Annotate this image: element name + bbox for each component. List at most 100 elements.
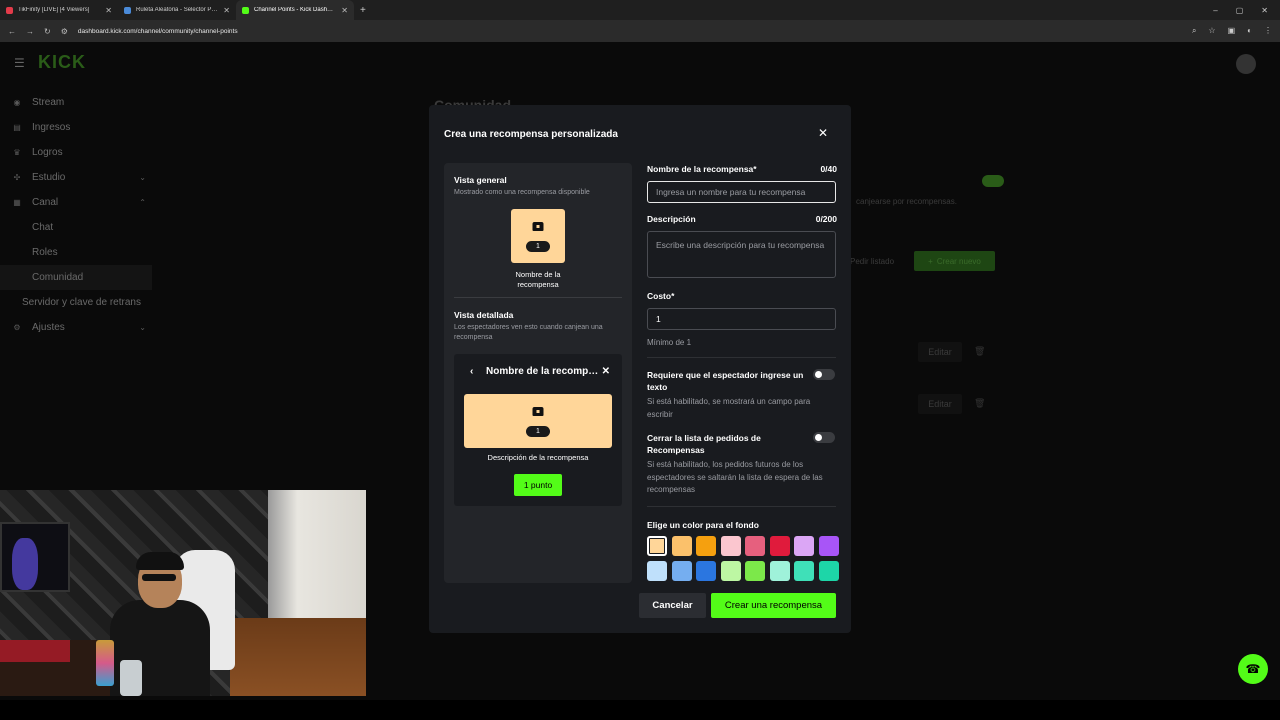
color-swatch[interactable]: [769, 560, 790, 581]
color-swatch[interactable]: [696, 536, 716, 556]
chest-icon: [532, 407, 544, 416]
description-label: Descripción: [647, 214, 696, 224]
webcam-overlay: [0, 490, 366, 696]
trophy-icon: ♛: [13, 148, 21, 157]
chest-icon: [532, 222, 544, 231]
sidebar-item-servidor[interactable]: Servidor y clave de retrans: [0, 290, 160, 315]
zoom-icon[interactable]: ⌕: [1192, 26, 1196, 36]
color-swatch[interactable]: [794, 536, 814, 556]
site-info-icon[interactable]: ⚙: [61, 27, 68, 36]
maximize-icon[interactable]: ▢: [1236, 6, 1244, 15]
color-swatch[interactable]: [769, 536, 790, 556]
new-tab-icon[interactable]: +: [354, 5, 372, 16]
close-tab-icon[interactable]: ✕: [341, 6, 348, 15]
menu-icon[interactable]: ⋮: [1264, 26, 1272, 36]
close-queue-label: Cerrar la lista de pedidos de Recompensa…: [647, 433, 761, 455]
sidebar-item-label: Roles: [32, 247, 58, 258]
cost-pill: 1: [526, 426, 550, 437]
crear-nuevo-button[interactable]: + Crear nuevo: [914, 251, 995, 271]
trash-icon[interactable]: 🗑: [974, 398, 985, 409]
edit-button[interactable]: Editar: [918, 394, 962, 414]
browser-tab-kick[interactable]: Channel Points - Kick Dashboar... ✕: [236, 0, 354, 20]
description-counter: 0/200: [815, 214, 837, 224]
sidebar-item-stream[interactable]: ◉ Stream: [0, 90, 160, 115]
reward-name-input[interactable]: Ingresa un nombre para tu recompensa: [647, 181, 836, 203]
close-tab-icon[interactable]: ✕: [223, 6, 230, 15]
forward-icon[interactable]: →: [26, 27, 34, 36]
detail-header: ‹ Nombre de la recompensa ✕: [470, 366, 610, 377]
color-swatch[interactable]: [745, 560, 765, 581]
color-swatch[interactable]: [647, 560, 667, 581]
create-reward-button[interactable]: Crear una recompensa: [711, 593, 836, 618]
webcam-keyboard: [0, 640, 70, 662]
hamburger-menu-icon[interactable]: ☰: [14, 56, 25, 70]
trash-icon[interactable]: 🗑: [974, 346, 985, 357]
require-text-label: Requiere que el espectador ingrese un te…: [647, 370, 804, 392]
pedir-listado-button[interactable]: Pedir listado: [850, 257, 894, 266]
url-field[interactable]: dashboard.kick.com/channel/community/cha…: [78, 28, 1182, 35]
browser-tab-tikfinity[interactable]: TikFinity [LIVE] [4 Viewers] ✕: [0, 0, 118, 20]
sidebar-item-roles[interactable]: Roles: [0, 240, 160, 265]
address-bar: ← → ↻ ⚙ dashboard.kick.com/channel/commu…: [0, 20, 1280, 42]
general-view-title: Vista general: [454, 175, 507, 185]
color-swatch[interactable]: [745, 536, 765, 556]
minimize-icon[interactable]: –: [1213, 6, 1217, 15]
detail-view-subtitle: Los espectadores ven esto cuando canjean…: [454, 324, 603, 341]
cost-input[interactable]: 1: [647, 308, 836, 330]
color-swatch[interactable]: [720, 560, 741, 581]
close-queue-toggle[interactable]: [813, 432, 835, 443]
back-icon[interactable]: ←: [8, 27, 16, 36]
description-textarea[interactable]: Escribe una descripción para tu recompen…: [647, 231, 836, 278]
sidebar-item-label: Ingresos: [32, 122, 71, 133]
detail-description: Descripción de la recompensa: [487, 453, 589, 462]
color-swatch[interactable]: [671, 536, 692, 556]
close-window-icon[interactable]: ✕: [1261, 6, 1268, 15]
cancel-button[interactable]: Cancelar: [639, 593, 706, 618]
sidebar-item-logros[interactable]: ♛ Logros: [0, 140, 160, 165]
reload-icon[interactable]: ↻: [44, 27, 51, 36]
channel-points-toggle[interactable]: [982, 175, 1004, 187]
sidebar-item-ajustes[interactable]: ⚙ Ajustes ⌄: [0, 315, 160, 340]
webcam-door: [268, 490, 366, 620]
close-tab-icon[interactable]: ✕: [105, 6, 112, 15]
color-swatch[interactable]: [696, 560, 716, 581]
kick-logo[interactable]: KICK: [38, 52, 86, 73]
reward-preview-panel: Vista general Mostrado como una recompen…: [444, 163, 632, 583]
webcam-cup: [96, 640, 114, 686]
require-text-toggle[interactable]: [813, 369, 835, 380]
chevron-down-icon: ⌄: [139, 173, 146, 182]
tikfinity-favicon-icon: [6, 6, 13, 14]
edit-button[interactable]: Editar: [918, 342, 962, 362]
profile-icon[interactable]: ◐: [1247, 26, 1252, 36]
bookmark-star-icon[interactable]: ☆: [1208, 26, 1215, 36]
color-swatch[interactable]: [720, 536, 741, 556]
webcam-person-hair: [136, 552, 184, 570]
reward-detail-preview: ‹ Nombre de la recompensa ✕ 1 Descripció…: [454, 354, 622, 506]
sidebar-item-label: Canal: [32, 197, 59, 208]
general-view-subtitle: Mostrado como una recompensa disponible: [454, 189, 590, 196]
reward-card-small: 1: [511, 209, 565, 263]
color-swatch[interactable]: [647, 536, 667, 556]
cost-hint: Mínimo de 1: [647, 338, 692, 347]
redeem-point-button: 1 punto: [514, 474, 562, 496]
browser-tab-ruleta[interactable]: Ruleta Aleatoria - Selector Pers... ✕: [118, 0, 236, 20]
sidebar-item-estudio[interactable]: ✣ Estudio ⌄: [0, 165, 160, 190]
chevron-up-icon: ⌃: [139, 198, 146, 207]
extensions-icon[interactable]: ▣: [1228, 26, 1236, 36]
color-swatch[interactable]: [818, 536, 839, 556]
sidebar-item-label: Estudio: [32, 172, 66, 183]
sidebar-item-chat[interactable]: Chat: [0, 215, 160, 240]
sidebar-item-ingresos[interactable]: ▤ Ingresos: [0, 115, 160, 140]
sidebar-item-canal[interactable]: ▦ Canal ⌃: [0, 190, 160, 215]
user-avatar[interactable]: [1236, 54, 1256, 74]
close-icon[interactable]: ✕: [818, 126, 828, 140]
color-swatch[interactable]: [818, 560, 839, 581]
crear-nuevo-label: Crear nuevo: [936, 256, 981, 266]
color-swatch[interactable]: [671, 560, 692, 581]
support-chat-button[interactable]: ☎: [1238, 654, 1268, 684]
name-counter: 0/40: [820, 164, 837, 174]
back-chevron-icon: ‹: [470, 366, 474, 377]
color-swatch[interactable]: [794, 560, 814, 581]
chevron-down-icon: ⌄: [139, 323, 146, 332]
sidebar-item-comunidad[interactable]: Comunidad: [0, 265, 152, 290]
